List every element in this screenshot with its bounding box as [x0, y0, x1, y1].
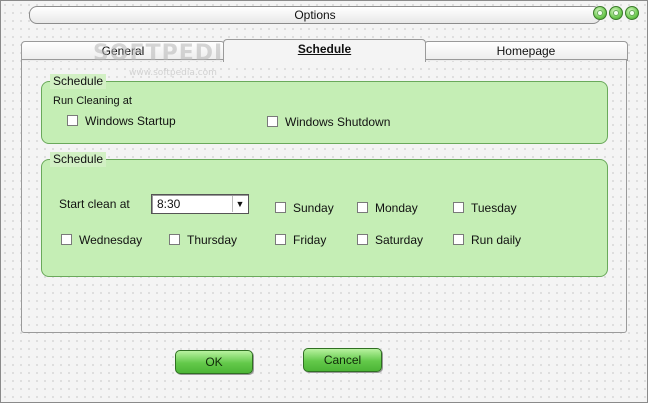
title-bar[interactable]: Options — [29, 6, 601, 24]
friday-label[interactable]: Friday — [293, 232, 326, 248]
start-time-value: 8:30 — [157, 197, 181, 211]
start-time-dropdown[interactable]: 8:30 ▼ — [151, 194, 249, 214]
tab-homepage-label: Homepage — [496, 44, 556, 58]
tab-schedule[interactable]: Schedule — [223, 39, 426, 62]
tab-homepage[interactable]: Homepage — [424, 41, 628, 61]
monday-label[interactable]: Monday — [375, 200, 418, 216]
thursday-checkbox[interactable] — [169, 234, 180, 245]
monday-checkbox[interactable] — [357, 202, 368, 213]
wednesday-checkbox[interactable] — [61, 234, 72, 245]
windows-shutdown-checkbox[interactable] — [267, 116, 278, 127]
window-controls — [593, 6, 639, 20]
run-daily-checkbox[interactable] — [453, 234, 464, 245]
chevron-down-icon[interactable]: ▼ — [232, 196, 247, 212]
start-clean-label: Start clean at — [59, 197, 130, 211]
cancel-button[interactable]: Cancel — [303, 348, 382, 372]
ok-button[interactable]: OK — [175, 350, 253, 374]
wednesday-label[interactable]: Wednesday — [79, 232, 142, 248]
minimize-button[interactable] — [593, 6, 607, 20]
watermark-url: www.softpedia.com — [129, 68, 217, 78]
watermark-logo: SOFTPEDIA — [93, 41, 242, 66]
maximize-button[interactable] — [609, 6, 623, 20]
sunday-label[interactable]: Sunday — [293, 200, 334, 216]
windows-shutdown-label[interactable]: Windows Shutdown — [285, 114, 390, 130]
close-button[interactable] — [625, 6, 639, 20]
sunday-checkbox[interactable] — [275, 202, 286, 213]
tab-schedule-label: Schedule — [297, 42, 352, 56]
thursday-label[interactable]: Thursday — [187, 232, 237, 248]
friday-checkbox[interactable] — [275, 234, 286, 245]
tuesday-checkbox[interactable] — [453, 202, 464, 213]
options-window: Options General Homepage Schedule SOFTPE… — [0, 0, 648, 403]
run-cleaning-subtitle: Run Cleaning at — [53, 95, 132, 107]
saturday-checkbox[interactable] — [357, 234, 368, 245]
windows-startup-label[interactable]: Windows Startup — [85, 113, 176, 129]
windows-startup-checkbox[interactable] — [67, 115, 78, 126]
run-cleaning-legend: Schedule — [50, 74, 107, 89]
run-daily-label[interactable]: Run daily — [471, 232, 521, 248]
saturday-label[interactable]: Saturday — [375, 232, 423, 248]
window-title: Options — [294, 8, 336, 22]
tuesday-label[interactable]: Tuesday — [471, 200, 517, 216]
schedule-days-group: Schedule — [41, 152, 608, 277]
schedule-days-legend: Schedule — [50, 152, 107, 167]
